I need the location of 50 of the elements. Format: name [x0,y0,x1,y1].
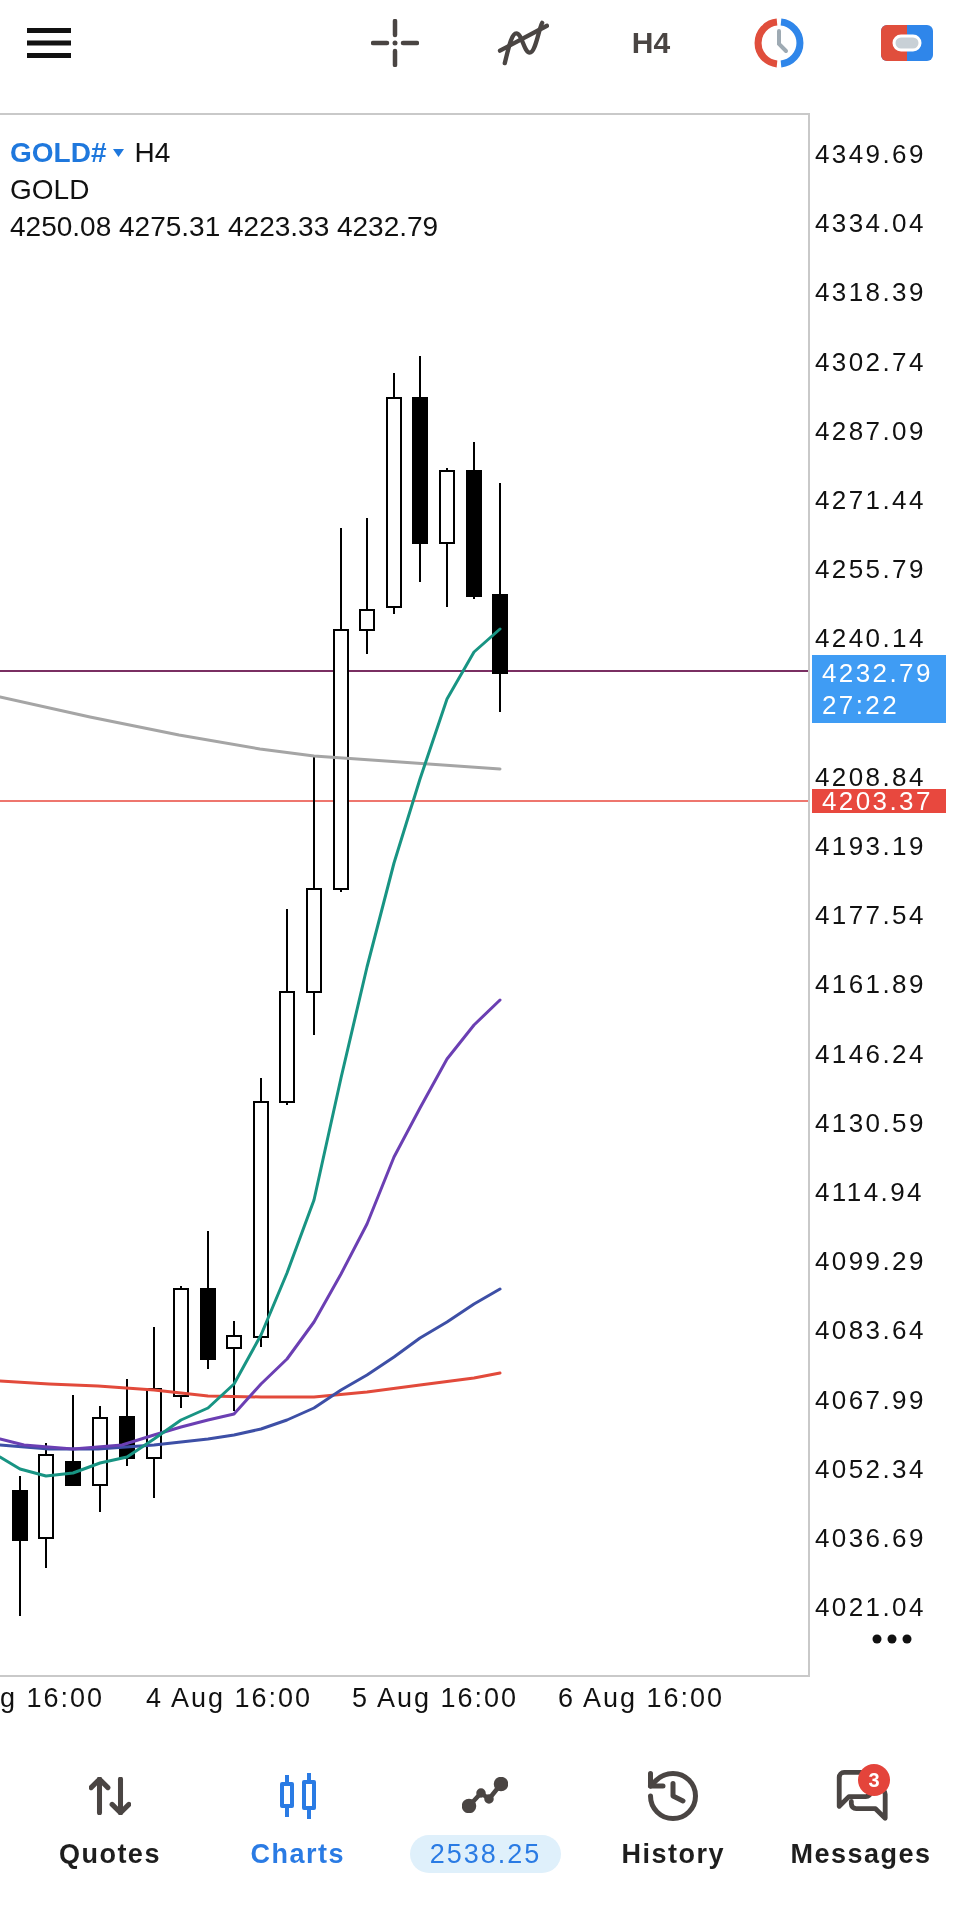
line-chart-icon[interactable] [462,1777,509,1813]
timeframe-label: H4 [134,136,171,170]
price-axis-label: 4271.44 [815,488,926,512]
caret-icon[interactable] [113,148,125,157]
time-axis-label: 6 Aug 16:00 [557,1682,725,1715]
toggle-icon[interactable] [881,24,933,61]
crosshair-icon[interactable] [371,18,419,67]
price-axis-label: 4099.29 [815,1249,926,1274]
price-axis-label: 4083.64 [815,1318,926,1343]
clock-arrow-icon[interactable] [647,1770,700,1822]
wave-icon[interactable] [497,19,549,66]
price-axis-label: 4036.69 [815,1526,926,1550]
price-axis-label: 4130.59 [815,1110,926,1135]
ohlc-values: 4250.08 4275.31 4223.33 4232.79 [10,210,439,244]
price-label: 4203.37 [812,789,946,813]
more-icon[interactable] [872,1634,912,1644]
price-axis-label: 4302.74 [815,349,926,374]
price-axis-label: 4021.04 [815,1595,926,1620]
nav-tab[interactable]: Charts [250,1767,345,1873]
price-axis-label: 4193.19 [815,834,926,858]
price-axis-label: 4146.24 [815,1041,926,1066]
price-label: 4232.79 27:22 [812,654,946,723]
price-axis-label: 4067.99 [815,1387,926,1412]
price-axis-label: 4114.94 [815,1180,924,1204]
symbol-selector[interactable]: GOLD# [10,134,125,171]
clock-icon[interactable] [753,16,805,69]
candlestick-icon[interactable] [277,1773,318,1819]
nav-tab[interactable]: Quotes [58,1767,161,1873]
nav-tab[interactable]: 2538.25 [409,1767,562,1873]
price-axis-label: 4208.84 [815,764,926,789]
price-axis-label: 4177.54 [815,903,926,928]
time-axis-label: 5 Aug 16:00 [351,1682,519,1715]
price-axis-label: 4287.09 [815,418,926,443]
price-axis-label: 4240.14 [815,626,926,651]
price-axis-label: 4161.89 [815,972,926,997]
price-axis-label: 4334.04 [815,211,926,236]
price-axis-label: 4318.39 [815,280,926,305]
arrows-up-down-icon[interactable] [88,1777,131,1815]
menu-icon[interactable] [27,27,71,58]
price-axis-label: 4052.34 [815,1456,926,1481]
nav-tab[interactable]: 3 Messages [790,1767,932,1873]
timeframe-button[interactable]: H4 [631,25,671,60]
notification-count: 3 [858,1764,891,1796]
time-axis-label: g 16:00 [0,1682,104,1715]
price-axis-label: 4349.69 [815,142,926,166]
balance-display: 2538.25 [409,1835,562,1873]
time-axis-label: 4 Aug 16:00 [145,1682,313,1715]
nav-tab[interactable]: History [621,1767,726,1873]
symbol-description: GOLD [10,173,90,207]
price-axis-label: 4255.79 [815,557,926,582]
